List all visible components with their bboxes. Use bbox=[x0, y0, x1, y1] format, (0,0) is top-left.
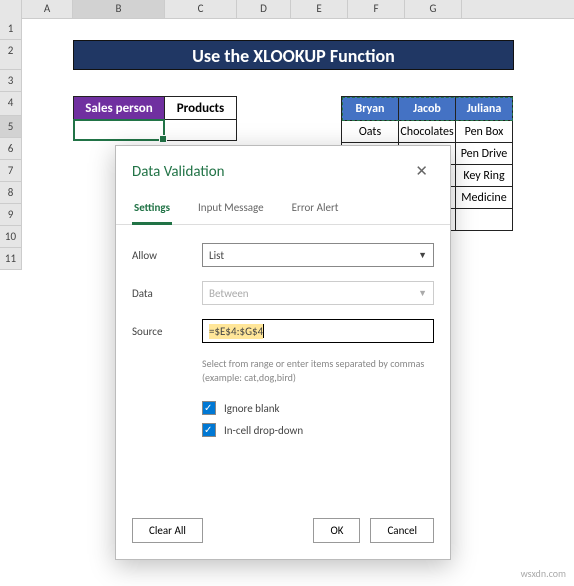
col-header-F[interactable]: F bbox=[348, 0, 405, 18]
title-banner: Use the XLOOKUP Function bbox=[73, 40, 514, 70]
row-headers: 1 2 3 4 5 6 7 8 9 10 11 bbox=[0, 18, 22, 270]
in-cell-dropdown-label: In-cell drop-down bbox=[224, 424, 303, 437]
header-sales-person[interactable]: Sales person bbox=[73, 96, 165, 120]
ok-button[interactable]: OK bbox=[313, 518, 360, 543]
allow-value: List bbox=[209, 249, 224, 262]
text-cursor bbox=[263, 324, 264, 338]
cell-C5[interactable] bbox=[165, 119, 237, 141]
cell[interactable]: Key Ring bbox=[456, 165, 513, 187]
row-header[interactable]: 6 bbox=[0, 138, 22, 160]
ignore-blank-label: Ignore blank bbox=[224, 402, 280, 415]
active-cell-B5[interactable] bbox=[73, 119, 165, 141]
source-value: =$E$4:$G$4 bbox=[209, 324, 263, 339]
cell[interactable]: Chocolates bbox=[399, 121, 456, 143]
col-header-D[interactable]: D bbox=[237, 0, 291, 18]
data-validation-dialog: Data Validation ✕ Settings Input Message… bbox=[115, 145, 451, 560]
select-all-corner[interactable] bbox=[0, 0, 22, 18]
cell[interactable]: Medicine bbox=[456, 187, 513, 209]
row-header[interactable]: 4 bbox=[0, 92, 22, 116]
row-header[interactable]: 2 bbox=[0, 40, 22, 70]
row-header[interactable]: 9 bbox=[0, 204, 22, 226]
allow-select[interactable]: List ▼ bbox=[202, 243, 434, 267]
tab-settings[interactable]: Settings bbox=[132, 195, 172, 225]
row-header[interactable]: 7 bbox=[0, 160, 22, 182]
sales-table: Sales person Products bbox=[73, 96, 237, 141]
dialog-title: Data Validation bbox=[132, 163, 225, 181]
header-juliana[interactable]: Juliana bbox=[456, 97, 513, 121]
close-button[interactable]: ✕ bbox=[409, 160, 434, 183]
header-jacob[interactable]: Jacob bbox=[399, 97, 456, 121]
data-select: Between ▼ bbox=[202, 281, 434, 305]
in-cell-dropdown-checkbox[interactable] bbox=[202, 423, 216, 437]
chevron-down-icon: ▼ bbox=[418, 250, 427, 261]
col-header-B[interactable]: B bbox=[73, 0, 165, 18]
data-label: Data bbox=[132, 287, 202, 300]
source-input[interactable]: =$E$4:$G$4 bbox=[202, 319, 434, 343]
col-header-C[interactable]: C bbox=[165, 0, 237, 18]
source-label: Source bbox=[132, 325, 202, 338]
dialog-tabs: Settings Input Message Error Alert bbox=[116, 191, 450, 225]
tab-error-alert[interactable]: Error Alert bbox=[290, 195, 341, 224]
col-header-G[interactable]: G bbox=[405, 0, 462, 18]
source-range-row: Bryan Jacob Juliana bbox=[342, 97, 513, 121]
row-header[interactable]: 11 bbox=[0, 248, 22, 270]
row-header[interactable]: 1 bbox=[0, 18, 22, 40]
ignore-blank-checkbox[interactable] bbox=[202, 401, 216, 415]
allow-label: Allow bbox=[132, 249, 202, 262]
source-help-text: Select from range or enter items separat… bbox=[202, 357, 434, 385]
col-header-A[interactable]: A bbox=[22, 0, 73, 18]
spreadsheet: A B C D E F G 1 2 3 4 5 6 7 8 9 10 11 bbox=[0, 0, 574, 19]
table-row: OatsChocolatesPen Box bbox=[342, 121, 513, 143]
column-headers: A B C D E F G bbox=[0, 0, 574, 19]
data-value: Between bbox=[209, 287, 249, 300]
settings-form: Allow List ▼ Data Between ▼ Source =$E bbox=[116, 225, 450, 453]
cancel-button[interactable]: Cancel bbox=[370, 518, 434, 543]
clear-all-button[interactable]: Clear All bbox=[132, 518, 203, 543]
row-header[interactable]: 10 bbox=[0, 226, 22, 248]
cell[interactable] bbox=[456, 209, 513, 231]
dialog-titlebar: Data Validation ✕ bbox=[116, 146, 450, 191]
dialog-buttons: Clear All OK Cancel bbox=[132, 518, 434, 543]
row-header[interactable]: 8 bbox=[0, 182, 22, 204]
cell[interactable]: Oats bbox=[342, 121, 399, 143]
header-products[interactable]: Products bbox=[165, 96, 237, 120]
chevron-down-icon: ▼ bbox=[418, 288, 427, 299]
col-header-E[interactable]: E bbox=[291, 0, 348, 18]
cell[interactable]: Pen Drive bbox=[456, 143, 513, 165]
row-header[interactable]: 5 bbox=[0, 116, 22, 138]
watermark: wsxdn.com bbox=[521, 567, 566, 580]
header-bryan[interactable]: Bryan bbox=[342, 97, 399, 121]
cell[interactable]: Pen Box bbox=[456, 121, 513, 143]
row-header[interactable]: 3 bbox=[0, 70, 22, 92]
tab-input-message[interactable]: Input Message bbox=[196, 195, 266, 224]
